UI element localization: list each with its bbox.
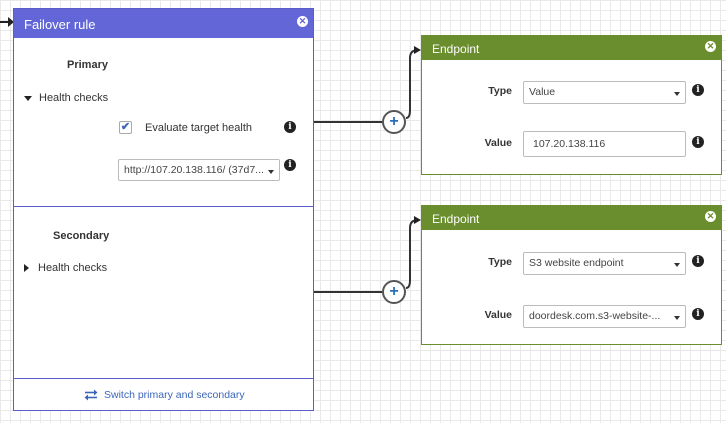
info-icon[interactable]: i (284, 159, 296, 171)
swap-icon (84, 389, 98, 401)
switch-label: Switch primary and secondary (104, 389, 245, 401)
evaluate-target-health-label: Evaluate target health (145, 122, 253, 134)
info-icon[interactable]: i (692, 255, 704, 267)
chevron-down-icon (674, 92, 680, 96)
type-label: Type (488, 85, 512, 97)
switch-primary-secondary-button[interactable]: Switch primary and secondary (84, 389, 245, 401)
type-select-value: Value (529, 86, 556, 98)
endpoint-panel-primary: Endpoint ✕ Type Value i Value 107.20.138… (421, 35, 722, 175)
chevron-down-icon (24, 95, 32, 101)
health-checks-label: Health checks (38, 262, 108, 274)
evaluate-target-health-checkbox[interactable]: ✔ (119, 121, 132, 134)
health-check-select-value: http://107.20.138.116/ (37d7... (124, 164, 264, 176)
health-check-select[interactable]: http://107.20.138.116/ (37d7... (118, 159, 280, 181)
failover-rule-panel: Failover rule ✕ Primary Health checks ✔ … (13, 8, 314, 411)
failover-rule-title: Failover rule (24, 17, 96, 32)
type-label: Type (488, 256, 512, 268)
value-input[interactable]: 107.20.138.116 (523, 131, 686, 157)
info-icon[interactable]: i (692, 136, 704, 148)
chevron-right-icon (24, 264, 29, 272)
failover-rule-header: Failover rule ✕ (14, 9, 313, 38)
value-label: Value (484, 309, 512, 321)
primary-health-checks-toggle[interactable]: Health checks (24, 92, 108, 104)
chevron-down-icon (674, 263, 680, 267)
endpoint-panel-secondary: Endpoint ✕ Type S3 website endpoint i Va… (421, 205, 722, 345)
type-select[interactable]: Value (523, 81, 686, 104)
primary-title: Primary (67, 59, 108, 71)
endpoint-header: Endpoint ✕ (422, 36, 721, 60)
endpoint-title: Endpoint (432, 212, 480, 226)
info-icon[interactable]: i (692, 308, 704, 320)
secondary-title: Secondary (53, 230, 110, 242)
footer-divider (14, 378, 313, 379)
close-icon[interactable]: ✕ (705, 41, 716, 52)
plus-icon: + (389, 283, 399, 300)
endpoint-header: Endpoint ✕ (422, 206, 721, 230)
plus-icon: + (389, 113, 399, 130)
value-select[interactable]: doordesk.com.s3-website-... (523, 305, 686, 328)
close-icon[interactable]: ✕ (705, 211, 716, 222)
add-endpoint-button[interactable]: + (382, 280, 406, 304)
value-input-text: 107.20.138.116 (533, 138, 606, 150)
type-select[interactable]: S3 website endpoint (523, 252, 686, 275)
value-select-value: doordesk.com.s3-website-... (529, 310, 661, 322)
secondary-health-checks-toggle[interactable]: Health checks (24, 262, 107, 274)
chevron-down-icon (268, 170, 274, 174)
section-divider (14, 206, 313, 207)
close-icon[interactable]: ✕ (297, 16, 308, 27)
info-icon[interactable]: i (284, 121, 296, 133)
health-checks-label: Health checks (39, 92, 109, 104)
add-endpoint-button[interactable]: + (382, 110, 406, 134)
info-icon[interactable]: i (692, 84, 704, 96)
endpoint-title: Endpoint (432, 42, 480, 56)
value-label: Value (484, 137, 512, 149)
type-select-value: S3 website endpoint (529, 257, 624, 269)
chevron-down-icon (674, 316, 680, 320)
